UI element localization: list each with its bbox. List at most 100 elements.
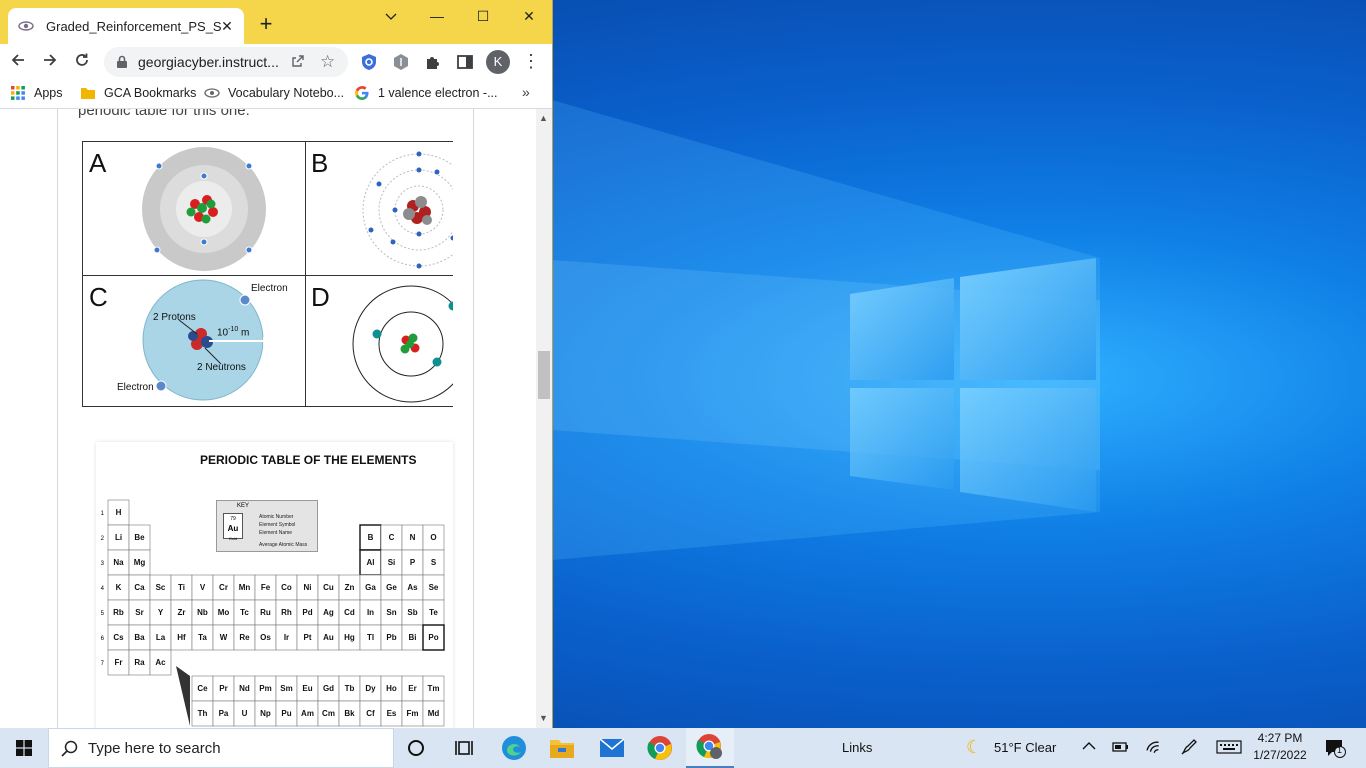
tab-search-chevron-icon[interactable] — [368, 4, 414, 28]
question-text: periodic table for this one: — [78, 109, 250, 119]
svg-text:Mg: Mg — [134, 558, 146, 567]
element-cell-cu: Cu — [317, 574, 340, 601]
maximize-button[interactable]: ☐ — [460, 4, 506, 28]
element-cell-mo: Mo — [212, 599, 235, 626]
svg-text:Se: Se — [429, 583, 439, 592]
tab-close-icon[interactable]: ✕ — [218, 17, 236, 35]
taskbar-mail[interactable] — [588, 728, 636, 768]
taskbar-file-explorer[interactable] — [538, 728, 586, 768]
cube-extension-icon[interactable] — [392, 53, 410, 71]
bookmark-valence-electron[interactable]: 1 valence electron -... — [354, 85, 498, 101]
key-title: KEY — [237, 503, 250, 509]
minimize-button[interactable]: — — [414, 4, 460, 28]
lock-icon — [117, 55, 127, 68]
clock-date: 1/27/2022 — [1253, 748, 1307, 762]
address-bar[interactable]: georgiacyber.instruct... ☆ — [104, 47, 348, 77]
scroll-down-arrow-icon[interactable]: ▼ — [539, 713, 548, 723]
chrome-icon — [647, 736, 672, 760]
content-border-left — [57, 109, 58, 728]
share-icon[interactable] — [290, 53, 306, 69]
svg-text:Pu: Pu — [281, 709, 291, 718]
element-cell-h: H — [107, 499, 130, 526]
element-cell-tm: Tm — [422, 675, 445, 702]
notification-count: 1 — [1337, 745, 1343, 755]
notification-center-icon[interactable]: 1 — [1324, 738, 1346, 763]
cortana-button[interactable] — [392, 728, 440, 768]
bookmark-star-icon[interactable]: ☆ — [320, 52, 335, 72]
element-cell-nd: Nd — [233, 675, 256, 702]
extensions-puzzle-icon[interactable] — [424, 53, 442, 71]
pen-ink-icon[interactable] — [1180, 738, 1198, 761]
shield-extension-icon[interactable] — [360, 53, 378, 71]
url-text: georgiacyber.instruct... — [138, 54, 279, 70]
element-cell-co: Co — [275, 574, 298, 601]
svg-text:Ga: Ga — [365, 583, 376, 592]
element-cell-ho: Ho — [380, 675, 403, 702]
reload-button[interactable] — [70, 50, 94, 74]
svg-text:Ru: Ru — [260, 608, 271, 617]
profile-avatar[interactable]: K — [486, 50, 510, 74]
start-button[interactable] — [0, 728, 48, 768]
element-cell-si: Si — [380, 549, 403, 576]
bookmark-gca-bookmarks[interactable]: GCA Bookmarks — [80, 85, 196, 101]
period-number: 5 — [101, 611, 105, 617]
weather-widget[interactable]: 51°F Clear — [994, 740, 1056, 755]
taskbar-chrome-profile-active[interactable] — [686, 728, 734, 768]
periodic-table-image: PERIODIC TABLE OF THE ELEMENTS H Li Be B C N O… — [96, 442, 453, 728]
scroll-up-arrow-icon[interactable]: ▲ — [539, 113, 548, 123]
svg-text:Es: Es — [387, 709, 397, 718]
bookmark-vocabulary-notebook[interactable]: Vocabulary Notebo... — [204, 85, 344, 101]
element-cell-pd: Pd — [296, 599, 319, 626]
system-clock[interactable]: 4:27 PM 1/27/2022 — [1252, 730, 1308, 764]
chevron-up-icon[interactable] — [1082, 738, 1096, 756]
taskbar-search-box[interactable]: Type here to search — [48, 728, 394, 768]
element-cell-te: Te — [422, 599, 445, 626]
svg-text:As: As — [407, 583, 418, 592]
keyboard-icon[interactable] — [1216, 740, 1242, 759]
close-window-button[interactable]: ✕ — [506, 4, 552, 28]
protons-label: 2 Protons — [153, 312, 196, 323]
chrome-menu-icon[interactable]: ⋮ — [522, 51, 540, 73]
tab-title: Graded_Reinforcement_PS_SPS1_ — [46, 18, 222, 34]
taskbar-chrome[interactable] — [636, 728, 684, 768]
element-cell-re: Re — [233, 624, 256, 651]
element-cell-ba: Ba — [128, 624, 151, 651]
svg-text:Na: Na — [113, 558, 124, 567]
svg-text:Li: Li — [115, 533, 122, 542]
task-view-button[interactable] — [440, 728, 488, 768]
element-cell-pt: Pt — [296, 624, 319, 651]
element-cell-sn: Sn — [380, 599, 403, 626]
element-cell-ge: Ge — [380, 574, 403, 601]
svg-text:Mo: Mo — [218, 608, 230, 617]
bookmarks-overflow-button[interactable]: » — [522, 84, 530, 100]
element-cell-cm: Cm — [317, 700, 340, 727]
f-block-pointer — [176, 666, 190, 726]
chrome-window: Graded_Reinforcement_PS_SPS1_ ✕ + — ☐ ✕ … — [0, 0, 552, 728]
svg-text:Tb: Tb — [345, 684, 355, 693]
new-tab-button[interactable]: + — [254, 13, 278, 37]
element-cell-rh: Rh — [275, 599, 298, 626]
site-favicon-icon — [204, 88, 220, 98]
battery-icon[interactable] — [1112, 740, 1130, 759]
periodic-table-key: KEY 79 Au Gold Atomic Number Element Sym… — [216, 500, 318, 552]
bookmark-label: 1 valence electron -... — [378, 86, 498, 100]
page-scrollbar[interactable]: ▲ ▼ — [536, 109, 552, 728]
svg-text:Ce: Ce — [197, 684, 208, 693]
taskbar-edge[interactable] — [490, 728, 538, 768]
element-cell-y: Y — [149, 599, 172, 626]
svg-text:Co: Co — [281, 583, 292, 592]
side-panel-icon[interactable] — [456, 53, 474, 71]
element-cell-au: Au — [317, 624, 340, 651]
wifi-icon[interactable] — [1146, 740, 1162, 761]
element-cell-zn: Zn — [338, 574, 361, 601]
svg-text:Nd: Nd — [239, 684, 250, 693]
bookmark-apps[interactable]: Apps — [10, 85, 63, 101]
links-toolbar-label[interactable]: Links — [842, 740, 872, 755]
forward-button[interactable] — [38, 50, 62, 74]
back-button[interactable] — [6, 50, 30, 74]
browser-tab[interactable]: Graded_Reinforcement_PS_SPS1_ ✕ — [8, 8, 244, 44]
apps-grid-icon — [11, 86, 25, 100]
scrollbar-thumb[interactable] — [538, 351, 550, 400]
element-cell-dy: Dy — [359, 675, 382, 702]
svg-text:Pd: Pd — [302, 608, 312, 617]
